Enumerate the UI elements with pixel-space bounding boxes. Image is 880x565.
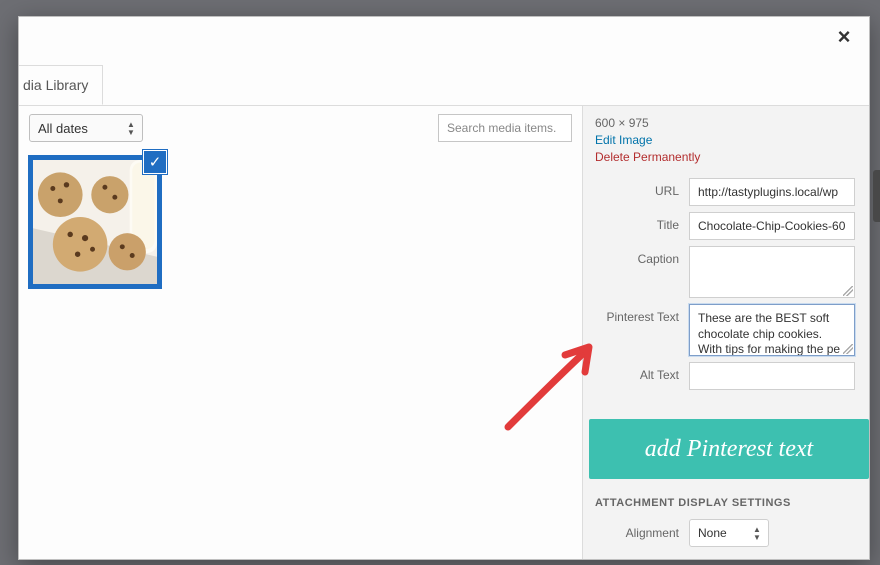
date-filter-value: All dates (38, 121, 88, 136)
cookie-image (33, 160, 157, 284)
title-label: Title (595, 212, 679, 232)
check-icon[interactable]: ✓ (143, 150, 167, 174)
modal-header-divider (19, 62, 869, 106)
alignment-label: Alignment (595, 526, 679, 540)
annotation-callout-text: add Pinterest text (645, 436, 813, 463)
attachment-details-pane: 600 × 975 Edit Image Delete Permanently … (582, 106, 869, 559)
resize-handle-icon[interactable] (843, 286, 853, 296)
close-icon[interactable]: × (833, 26, 855, 48)
annotation-callout: add Pinterest text (589, 419, 869, 479)
image-dimensions: 600 × 975 (595, 116, 855, 130)
date-filter-select[interactable]: All dates ▲▼ (29, 114, 143, 142)
background-edge (873, 170, 880, 222)
tab-label: dia Library (23, 77, 88, 93)
url-label: URL (595, 178, 679, 198)
title-value: Chocolate-Chip-Cookies-60 (698, 219, 845, 233)
chevron-updown-icon: ▲▼ (124, 119, 138, 137)
thumbnail-grid: ✓ (29, 156, 572, 559)
search-placeholder: Search media items. (447, 121, 556, 135)
media-browser-pane: All dates ▲▼ Search media items. (19, 106, 582, 559)
title-field[interactable]: Chocolate-Chip-Cookies-60 (689, 212, 855, 240)
tab-media-library[interactable]: dia Library (19, 65, 103, 105)
caption-label: Caption (595, 246, 679, 266)
pinterest-text-value: These are the BEST soft chocolate chip c… (698, 311, 840, 356)
media-modal: × dia Library All dates ▲▼ Search media … (18, 16, 870, 560)
chevron-updown-icon: ▲▼ (750, 524, 764, 542)
attachment-display-settings-header: ATTACHMENT DISPLAY SETTINGS (595, 497, 855, 509)
url-value: http://tastyplugins.local/wp (698, 185, 838, 199)
filter-bar: All dates ▲▼ Search media items. (19, 106, 582, 152)
alignment-value: None (698, 526, 727, 540)
delete-permanently-link[interactable]: Delete Permanently (595, 150, 855, 164)
media-thumbnail-selected[interactable]: ✓ (29, 156, 161, 288)
alignment-select[interactable]: None ▲▼ (689, 519, 769, 547)
caption-field[interactable] (689, 246, 855, 298)
resize-handle-icon[interactable] (843, 344, 853, 354)
alt-text-label: Alt Text (595, 362, 679, 382)
pinterest-text-label: Pinterest Text (595, 304, 679, 324)
alt-text-field[interactable] (689, 362, 855, 390)
edit-image-link[interactable]: Edit Image (595, 133, 855, 147)
url-field[interactable]: http://tastyplugins.local/wp (689, 178, 855, 206)
pinterest-text-field[interactable]: These are the BEST soft chocolate chip c… (689, 304, 855, 356)
search-input[interactable]: Search media items. (438, 114, 572, 142)
